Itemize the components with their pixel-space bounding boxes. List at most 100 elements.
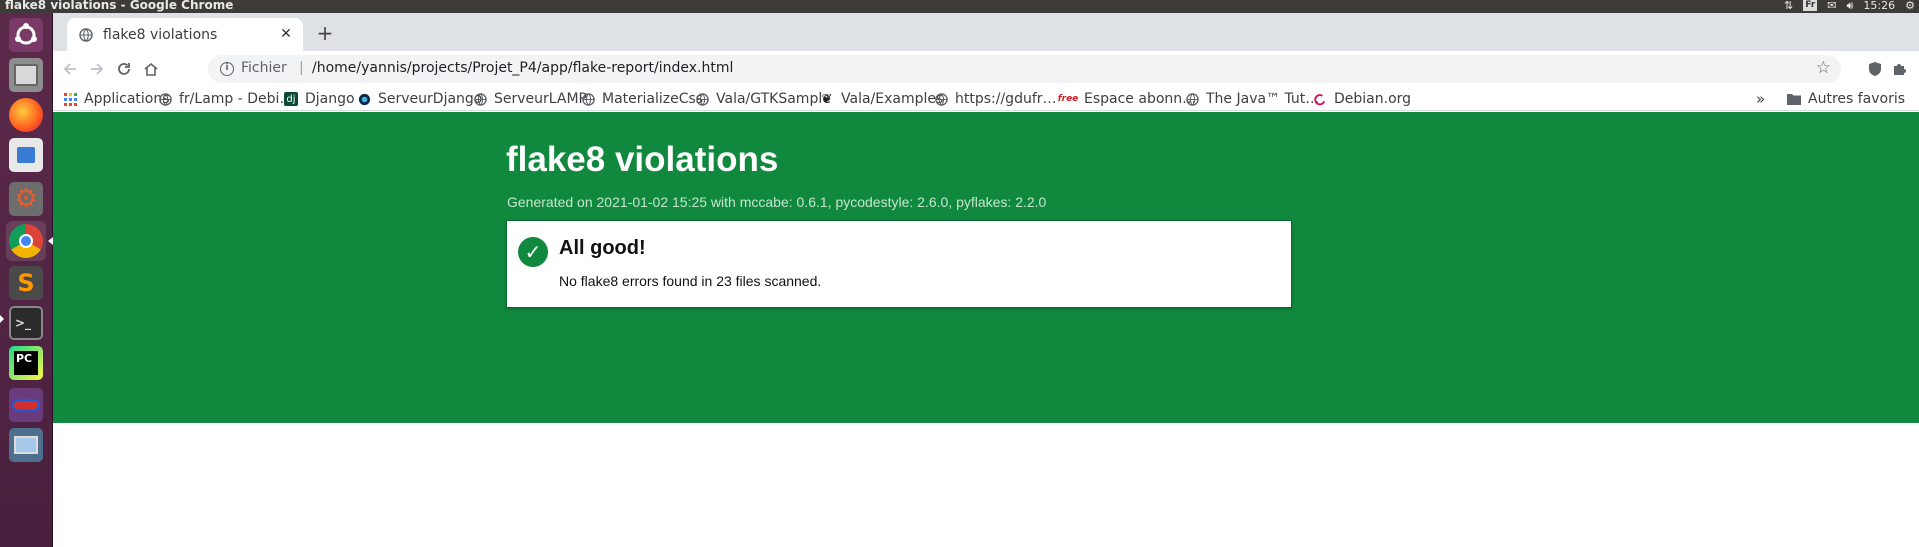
network-icon[interactable]: ⇅	[1784, 0, 1793, 12]
arrow-left-icon	[63, 63, 76, 75]
tab-flake8-violations[interactable]: flake8 violations ✕	[67, 18, 303, 51]
info-icon[interactable]: i	[220, 62, 234, 76]
bookmark-label: Debian.org	[1334, 91, 1412, 107]
top-panel: flake8 violations - Google Chrome ⇅ Fr ✉…	[0, 0, 1919, 13]
volume-icon[interactable]: 🔊︎	[1846, 0, 1853, 12]
forward-button[interactable]	[84, 56, 110, 82]
tab-title: flake8 violations	[103, 27, 218, 43]
bookmark-serveurdjango[interactable]: ServeurDjango	[357, 89, 482, 109]
system-tray: ⇅ Fr ✉ 🔊︎ 15:26 ⚙	[1784, 0, 1915, 12]
bookmark-vala-examples[interactable]: ❦ Vala/Examples	[820, 89, 944, 109]
bookmarks-overflow-chevron-icon[interactable]: »	[1756, 89, 1765, 109]
shield-extension-icon[interactable]	[1865, 59, 1885, 79]
launcher-pycharm[interactable]: PC	[6, 343, 46, 383]
launcher-files[interactable]	[6, 55, 46, 95]
home-button[interactable]	[138, 56, 164, 82]
bookmark-espace-abonne[interactable]: free Espace abonn…	[1057, 89, 1197, 109]
bookmark-serveurlamp[interactable]: ServeurLAMP	[473, 89, 587, 109]
gear-icon[interactable]: ⚙	[1905, 0, 1915, 12]
launcher-chrome[interactable]	[6, 221, 46, 261]
url-text[interactable]: /home/yannis/projects/Projet_P4/app/flak…	[312, 60, 733, 76]
file-cabinet-icon	[9, 58, 43, 92]
apps-grid-icon	[63, 92, 77, 106]
clock[interactable]: 15:26	[1863, 0, 1895, 12]
lampp-icon	[9, 388, 43, 422]
bookmark-label: fr/Lamp - Debi…	[179, 91, 294, 107]
bookmark-label: Autres favoris	[1808, 91, 1906, 107]
bookmark-label: Vala/Examples	[841, 91, 944, 107]
pycharm-icon: PC	[9, 346, 43, 380]
launcher-terminal[interactable]: >_	[6, 303, 46, 343]
launcher-firefox[interactable]	[6, 95, 46, 135]
free-icon: free	[1057, 94, 1079, 104]
result-card: ✓ All good! No flake8 errors found in 23…	[506, 220, 1292, 308]
bookmark-vala-gtksample[interactable]: Vala/GTKSample	[695, 89, 831, 109]
result-heading: All good!	[559, 237, 646, 259]
window-title: flake8 violations - Google Chrome	[5, 0, 234, 12]
running-app-marker	[0, 315, 4, 323]
globe-icon	[158, 92, 172, 106]
extensions-puzzle-icon[interactable]	[1889, 59, 1909, 79]
bookmark-gdufr[interactable]: https://gdufr…	[934, 89, 1057, 109]
keyboard-layout-indicator[interactable]: Fr	[1803, 0, 1818, 11]
bookmark-star-icon[interactable]: ☆	[1816, 58, 1831, 78]
bookmark-label: Django	[305, 91, 355, 107]
reload-icon	[118, 63, 130, 75]
django-icon: dj	[284, 92, 298, 106]
report-hero: flake8 violations Generated on 2021-01-0…	[53, 112, 1919, 423]
launcher-software-center[interactable]	[6, 135, 46, 175]
gnome-foot-icon: ❦	[821, 91, 833, 107]
launcher-sublime-text[interactable]: S	[6, 263, 46, 303]
globe-icon	[581, 92, 595, 106]
home-icon	[144, 62, 158, 76]
arrow-right-icon	[91, 63, 104, 75]
bookmark-lamp-debian[interactable]: fr/Lamp - Debi…	[158, 89, 293, 109]
bookmark-label: Applications	[84, 91, 170, 107]
firefox-icon	[9, 98, 43, 132]
globe-icon	[473, 92, 487, 106]
globe-icon	[79, 28, 93, 42]
bookmark-label: ServeurDjango	[378, 91, 483, 107]
bookmark-label: Vala/GTKSample	[716, 91, 831, 107]
bookmark-label: ServeurLAMP	[494, 91, 588, 107]
launcher-system-monitor[interactable]	[6, 425, 46, 465]
browser-toolbar: i Fichier | /home/yannis/projects/Projet…	[53, 51, 1919, 87]
page-title: flake8 violations	[506, 140, 779, 179]
globe-icon	[695, 92, 709, 106]
globe-icon	[934, 92, 948, 106]
result-message: No flake8 errors found in 23 files scann…	[559, 273, 822, 289]
bookmark-java-tutorials[interactable]: The Java™ Tut…	[1185, 89, 1319, 109]
bookmark-applications[interactable]: Applications	[63, 89, 170, 109]
close-icon[interactable]: ✕	[277, 25, 295, 43]
ubuntu-dash-button[interactable]	[6, 15, 46, 55]
bookmark-label: https://gdufr…	[955, 91, 1057, 107]
terminal-icon: >_	[9, 306, 43, 340]
bookmark-django[interactable]: dj Django	[284, 89, 355, 109]
shopping-bag-icon	[9, 138, 43, 172]
page-content: flake8 violations Generated on 2021-01-0…	[53, 112, 1919, 547]
new-tab-button[interactable]: +	[313, 22, 337, 46]
debian-icon	[1313, 92, 1327, 106]
bookmark-debian-org[interactable]: Debian.org	[1313, 89, 1411, 109]
scheme-separator: |	[299, 60, 304, 76]
bookmark-materializecss[interactable]: MaterializeCss	[581, 89, 703, 109]
ubuntu-logo-icon	[9, 18, 43, 52]
bookmarks-bar: Applications fr/Lamp - Debi… dj Django S…	[53, 87, 1919, 111]
sublime-text-icon: S	[9, 266, 43, 300]
other-bookmarks-folder[interactable]: Autres favoris	[1787, 89, 1905, 109]
launcher: ⚙ S >_ PC	[0, 13, 53, 547]
mail-icon[interactable]: ✉	[1827, 0, 1836, 12]
globe-icon	[1185, 92, 1199, 106]
settings-gear-icon: ⚙	[9, 182, 43, 216]
bookmark-label: MaterializeCss	[602, 91, 704, 107]
report-metadata: Generated on 2021-01-02 15:25 with mccab…	[507, 194, 1047, 210]
circle-icon	[357, 92, 371, 106]
tab-strip: flake8 violations ✕ +	[53, 13, 1919, 51]
reload-button[interactable]	[111, 56, 137, 82]
back-button[interactable]	[57, 56, 83, 82]
chrome-icon	[9, 224, 43, 258]
bookmark-label: Espace abonn…	[1084, 91, 1197, 107]
launcher-lampp[interactable]	[6, 385, 46, 425]
address-bar[interactable]: i Fichier | /home/yannis/projects/Projet…	[208, 55, 1841, 83]
launcher-system-settings[interactable]: ⚙	[6, 179, 46, 219]
